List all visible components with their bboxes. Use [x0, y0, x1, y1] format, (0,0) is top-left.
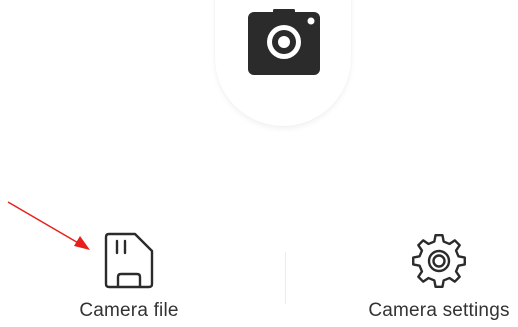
camera-settings-button[interactable]: Camera settings [364, 231, 514, 322]
camera-file-label: Camera file [79, 300, 179, 321]
camera-icon[interactable] [248, 9, 320, 75]
gear-icon [412, 234, 466, 288]
camera-file-button[interactable]: Camera file [54, 231, 204, 322]
sd-card-icon [104, 232, 154, 289]
divider [285, 252, 286, 304]
camera-settings-label: Camera settings [368, 300, 510, 321]
